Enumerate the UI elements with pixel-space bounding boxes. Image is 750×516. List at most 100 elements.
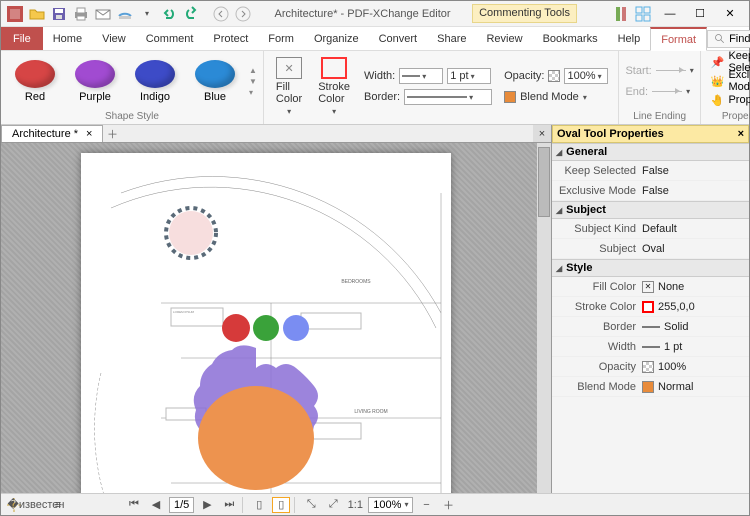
- width-label: Width:: [364, 70, 395, 82]
- prop-exclusive-value[interactable]: False: [642, 185, 749, 197]
- border-combo[interactable]: ▾: [404, 89, 492, 105]
- redo-icon[interactable]: [181, 4, 201, 24]
- zoom-in-icon[interactable]: ＋: [439, 497, 457, 513]
- properties-button[interactable]: 🤚Properties: [707, 91, 750, 109]
- stroke-color-button[interactable]: Stroke Color▾: [312, 53, 356, 120]
- prop-fill-label: Fill Color: [552, 281, 642, 293]
- ui-options-icon[interactable]: [611, 4, 631, 24]
- nav-fwd-icon[interactable]: [233, 4, 253, 24]
- tab-form[interactable]: Form: [258, 27, 304, 50]
- tab-add-button[interactable]: ＋: [103, 125, 121, 142]
- scan-icon[interactable]: [115, 4, 135, 24]
- find-button[interactable]: Find...: [707, 30, 750, 48]
- pin-icon: 📌: [711, 56, 725, 69]
- statusbar: �известен ≡ ⏮ ◀ 1/5 ▶ ⏭ ▯ ▯ ⤡ ⤢ 1:1 100%…: [1, 493, 749, 515]
- tab-review[interactable]: Review: [476, 27, 532, 50]
- qa-dropdown[interactable]: ▾: [137, 4, 157, 24]
- prop-opacity-value[interactable]: 100%: [642, 361, 749, 373]
- zoom-combo[interactable]: 100%▾: [368, 497, 413, 513]
- fit-width-icon[interactable]: ⤡: [302, 497, 320, 513]
- shape-style-indigo[interactable]: Indigo: [127, 56, 183, 107]
- prop-subject-value[interactable]: Oval: [642, 243, 749, 255]
- zoom-out-icon[interactable]: −: [417, 497, 435, 513]
- tab-view[interactable]: View: [92, 27, 136, 50]
- exclusive-mode-button[interactable]: 👑Exclusive Mode: [707, 72, 750, 90]
- document-tab[interactable]: Architecture *×: [1, 125, 103, 142]
- prop-keep-selected-label: Keep Selected: [552, 165, 642, 177]
- last-page-icon[interactable]: ⏭: [220, 497, 238, 513]
- fit-page-icon[interactable]: ⤢: [324, 497, 342, 513]
- tab-close-icon[interactable]: ×: [86, 128, 92, 140]
- prop-width-label: Width: [552, 341, 642, 353]
- prop-stroke-label: Stroke Color: [552, 301, 642, 313]
- tab-help[interactable]: Help: [608, 27, 651, 50]
- launch-icon[interactable]: [633, 4, 653, 24]
- width-value-combo[interactable]: 1 pt▾: [447, 68, 491, 84]
- line-width-combo[interactable]: ▾: [399, 68, 443, 84]
- tab-protect[interactable]: Protect: [203, 27, 258, 50]
- prop-fill-value[interactable]: ✕None: [642, 281, 749, 293]
- tab-format[interactable]: Format: [650, 27, 707, 51]
- line-ending-group-label: Line Ending: [625, 109, 693, 122]
- tab-comment[interactable]: Comment: [136, 27, 204, 50]
- fill-color-button[interactable]: ✕Fill Color▾: [270, 53, 308, 120]
- workarea: Architecture *× ＋ ×: [1, 125, 749, 493]
- panels-toggle-icon[interactable]: �известен: [27, 497, 45, 513]
- svg-text:LIVING ROOM: LIVING ROOM: [354, 409, 387, 415]
- opacity-combo[interactable]: 100%▾: [564, 68, 608, 84]
- minimize-button[interactable]: —: [655, 4, 685, 24]
- prop-width-value[interactable]: 1 pt: [642, 341, 749, 353]
- panels-toggle-icon-2[interactable]: ≡: [49, 497, 67, 513]
- tab-bookmarks[interactable]: Bookmarks: [533, 27, 608, 50]
- prop-stroke-value[interactable]: 255,0,0: [642, 301, 749, 313]
- file-tab[interactable]: File: [1, 27, 43, 50]
- open-icon[interactable]: [27, 4, 47, 24]
- prop-blend-label: Blend Mode: [552, 381, 642, 393]
- page-number-field[interactable]: 1/5: [169, 497, 194, 513]
- prop-opacity-label: Opacity: [552, 361, 642, 373]
- cat-subject[interactable]: ◢Subject: [552, 201, 749, 219]
- opacity-label: Opacity:: [504, 70, 544, 82]
- close-button[interactable]: ✕: [715, 4, 745, 24]
- opacity-icon: [548, 70, 560, 82]
- shape-style-purple[interactable]: Purple: [67, 56, 123, 107]
- actual-size-icon[interactable]: 1:1: [346, 497, 364, 513]
- prop-exclusive-label: Exclusive Mode: [552, 185, 642, 197]
- blend-mode-button[interactable]: Blend Mode▾: [504, 88, 608, 106]
- tab-organize[interactable]: Organize: [304, 27, 369, 50]
- next-page-icon[interactable]: ▶: [198, 497, 216, 513]
- cat-general[interactable]: ◢General: [552, 143, 749, 161]
- maximize-button[interactable]: ☐: [685, 4, 715, 24]
- tab-convert[interactable]: Convert: [369, 27, 428, 50]
- vertical-scrollbar[interactable]: [537, 143, 551, 493]
- cat-style[interactable]: ◢Style: [552, 259, 749, 277]
- tabs-close-button[interactable]: ×: [533, 125, 551, 142]
- first-page-icon[interactable]: ⏮: [125, 497, 143, 513]
- ribbon: Red Purple Indigo Blue ▲ ▼ ▾ Shape Style…: [1, 51, 749, 125]
- tab-share[interactable]: Share: [427, 27, 476, 50]
- shape-style-down[interactable]: ▼: [249, 77, 257, 86]
- undo-icon[interactable]: [159, 4, 179, 24]
- mail-icon[interactable]: [93, 4, 113, 24]
- shape-style-blue[interactable]: Blue: [187, 56, 243, 107]
- shape-style-more[interactable]: ▾: [249, 88, 257, 97]
- prop-subject-kind-value[interactable]: Default: [642, 223, 749, 235]
- layout-single-icon[interactable]: ▯: [250, 497, 268, 513]
- print-icon[interactable]: [71, 4, 91, 24]
- prop-keep-selected-value[interactable]: False: [642, 165, 749, 177]
- shape-style-up[interactable]: ▲: [249, 66, 257, 75]
- document-canvas[interactable]: BEDROOMS LIVING ROOM BASEMENT LOREM IPSU…: [1, 143, 551, 493]
- prop-blend-value[interactable]: Normal: [642, 381, 749, 393]
- save-icon[interactable]: [49, 4, 69, 24]
- scroll-thumb[interactable]: [538, 147, 550, 217]
- prop-border-value[interactable]: Solid: [642, 321, 749, 333]
- nav-back-icon[interactable]: [211, 4, 231, 24]
- tab-home[interactable]: Home: [43, 27, 92, 50]
- document-panel: Architecture *× ＋ ×: [1, 125, 551, 493]
- shape-style-red[interactable]: Red: [7, 56, 63, 107]
- properties-close-icon[interactable]: ×: [738, 128, 744, 140]
- properties-pane-header[interactable]: Oval Tool Properties×: [552, 125, 749, 143]
- prev-page-icon[interactable]: ◀: [147, 497, 165, 513]
- context-tools-label: Commenting Tools: [472, 4, 577, 22]
- layout-continuous-icon[interactable]: ▯: [272, 497, 290, 513]
